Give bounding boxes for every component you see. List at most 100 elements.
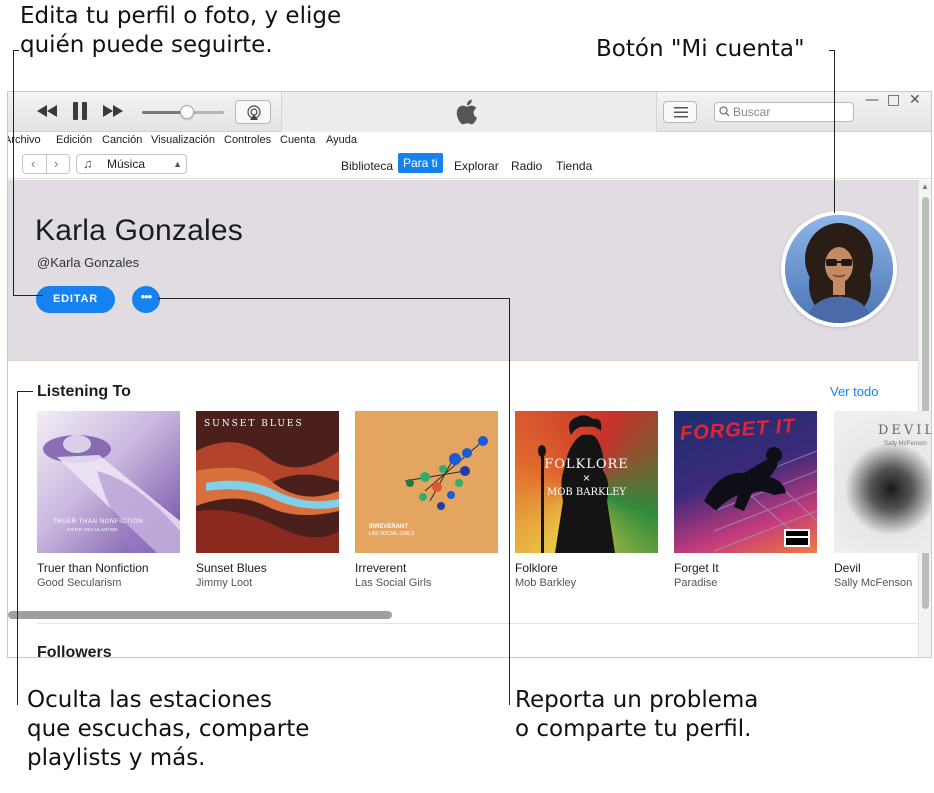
album-artist[interactable]: Paradise [674, 577, 817, 589]
up-next-button[interactable] [663, 101, 697, 123]
album-art-x: × [582, 471, 590, 485]
tab-para-ti[interactable]: Para ti [398, 153, 443, 173]
callout-line [509, 298, 510, 705]
forward-button[interactable]: › [54, 155, 58, 173]
album-card[interactable]: SUNSET BLUES Sunset Blues Jimmy Loot [196, 411, 339, 589]
search-placeholder: Buscar [733, 105, 771, 119]
album-art-text: DEVIL [878, 423, 932, 438]
album-art: DEVIL Sally McFenson [834, 411, 932, 553]
album-artist[interactable]: Sally McFenson [834, 577, 931, 589]
album-artist[interactable]: Good Secularism [37, 577, 180, 589]
close-button[interactable]: ✕ [909, 92, 921, 108]
volume-knob[interactable] [180, 105, 195, 119]
tab-radio[interactable]: Radio [506, 156, 547, 176]
album-title[interactable]: Truer than Nonfiction [37, 561, 180, 575]
callout-my-account: Botón "Mi cuenta" [596, 35, 805, 64]
callout-report-share: Reporta un problema o comparte tu perfil… [515, 686, 758, 744]
itunes-window: Buscar — □ ✕ Archivo Edición Canción Vis… [7, 91, 932, 658]
callout-text: que escuchas, comparte [27, 716, 310, 742]
callout-text: Edita tu perfil o foto, y elige [20, 3, 342, 29]
listening-to-title: Listening To [37, 383, 131, 400]
tab-biblioteca[interactable]: Biblioteca [336, 156, 398, 176]
search-input[interactable]: Buscar [714, 102, 854, 122]
callout-text: Reporta un problema [515, 687, 759, 713]
callout-line [17, 391, 33, 392]
rewind-icon [37, 105, 57, 117]
album-title[interactable]: Devil [834, 561, 931, 575]
maximize-button[interactable]: □ [887, 92, 900, 108]
music-note-icon: ♫ [83, 156, 93, 171]
album-card[interactable]: FOLKLORE × MOB BARKLEY Folklore Mob Bark… [515, 411, 658, 589]
media-source-select[interactable]: ♫ Música ▲ [76, 154, 187, 174]
avatar [785, 215, 893, 323]
callout-line [829, 50, 835, 51]
menu-cancion[interactable]: Canción [102, 134, 142, 146]
album-title[interactable]: Sunset Blues [196, 561, 339, 575]
callout-text: o comparte tu perfil. [515, 716, 752, 742]
album-card[interactable]: FORGET IT Forget It Paradise [674, 411, 817, 589]
callout-line [17, 391, 18, 705]
tab-tienda[interactable]: Tienda [551, 156, 597, 176]
callout-text: Oculta las estaciones [27, 687, 272, 713]
followers-title: Followers [37, 644, 112, 658]
section-divider [37, 623, 918, 624]
callout-hide-stations: Oculta las estaciones que escuchas, comp… [27, 686, 309, 773]
tab-explorar[interactable]: Explorar [449, 156, 504, 176]
album-title[interactable]: Folklore [515, 561, 658, 575]
apple-logo-icon [454, 98, 478, 131]
album-art-subtext: Sally McFenson [884, 441, 927, 447]
album-art-text: FOLKLORE [544, 457, 629, 472]
album-art-text: SUNSET BLUES [204, 419, 304, 429]
menu-bar: Archivo Edición Canción Visualización Co… [8, 132, 931, 150]
scroll-up-icon[interactable]: ▲ [921, 182, 929, 191]
album-artist[interactable]: Mob Barkley [515, 577, 658, 589]
fast-forward-button[interactable] [102, 102, 124, 120]
menu-controles[interactable]: Controles [224, 134, 271, 146]
album-art-subtext: GOOD SECULARISM [67, 527, 118, 532]
navigation-bar: ‹ › ♫ Música ▲ Biblioteca Para ti Explor… [8, 150, 931, 179]
album-art: IRREVERANT LAS SOCIAL GIRLS [355, 411, 498, 553]
list-icon [674, 107, 688, 118]
callout-line [158, 298, 510, 299]
album-card[interactable]: DEVIL Sally McFenson Devil Sally McFenso… [834, 411, 932, 589]
callout-text: quién puede seguirte. [20, 32, 273, 58]
album-card[interactable]: IRREVERANT LAS SOCIAL GIRLS Irreverent L… [355, 411, 498, 589]
rewind-button[interactable] [36, 102, 58, 120]
menu-visualizacion[interactable]: Visualización [151, 134, 215, 146]
callout-edit-profile: Edita tu perfil o foto, y elige quién pu… [20, 2, 341, 60]
more-options-button[interactable]: ••• [132, 286, 160, 313]
album-art: FORGET IT [674, 411, 817, 553]
pause-button[interactable] [70, 101, 90, 121]
back-button[interactable]: ‹ [31, 155, 35, 173]
airplay-button[interactable] [235, 100, 271, 124]
callout-line [13, 50, 19, 51]
album-art: TRUER THAN NONFICTION GOOD SECULARISM [37, 411, 180, 553]
profile-header: Karla Gonzales @Karla Gonzales EDITAR ••… [8, 180, 918, 361]
menu-edicion[interactable]: Edición [56, 134, 92, 146]
see-all-link[interactable]: Ver todo [830, 384, 878, 399]
fast-forward-icon [103, 105, 123, 117]
menu-cuenta[interactable]: Cuenta [280, 134, 315, 146]
search-icon [719, 106, 730, 117]
horizontal-scroll-thumb[interactable] [8, 611, 392, 619]
minimize-button[interactable]: — [865, 92, 879, 108]
album-artist[interactable]: Las Social Girls [355, 577, 498, 589]
album-card[interactable]: TRUER THAN NONFICTION GOOD SECULARISM Tr… [37, 411, 180, 589]
profile-name: Karla Gonzales [35, 214, 243, 247]
media-source-label: Música [107, 157, 146, 171]
album-art-text: TRUER THAN NONFICTION [53, 519, 144, 525]
my-account-button[interactable] [781, 211, 897, 327]
arrow-divider [46, 155, 47, 173]
album-title[interactable]: Irreverent [355, 561, 498, 575]
menu-ayuda[interactable]: Ayuda [326, 134, 357, 146]
album-art: SUNSET BLUES [196, 411, 339, 553]
callout-line [13, 295, 43, 296]
album-art-subtext: LAS SOCIAL GIRLS [369, 531, 415, 537]
callout-text: Botón "Mi cuenta" [596, 36, 805, 62]
profile-handle: @Karla Gonzales [37, 255, 140, 270]
album-title[interactable]: Forget It [674, 561, 817, 575]
airplay-icon [247, 105, 261, 120]
edit-profile-button[interactable]: EDITAR [36, 286, 115, 313]
album-artist[interactable]: Jimmy Loot [196, 577, 339, 589]
player-toolbar: Buscar — □ ✕ [8, 92, 931, 132]
